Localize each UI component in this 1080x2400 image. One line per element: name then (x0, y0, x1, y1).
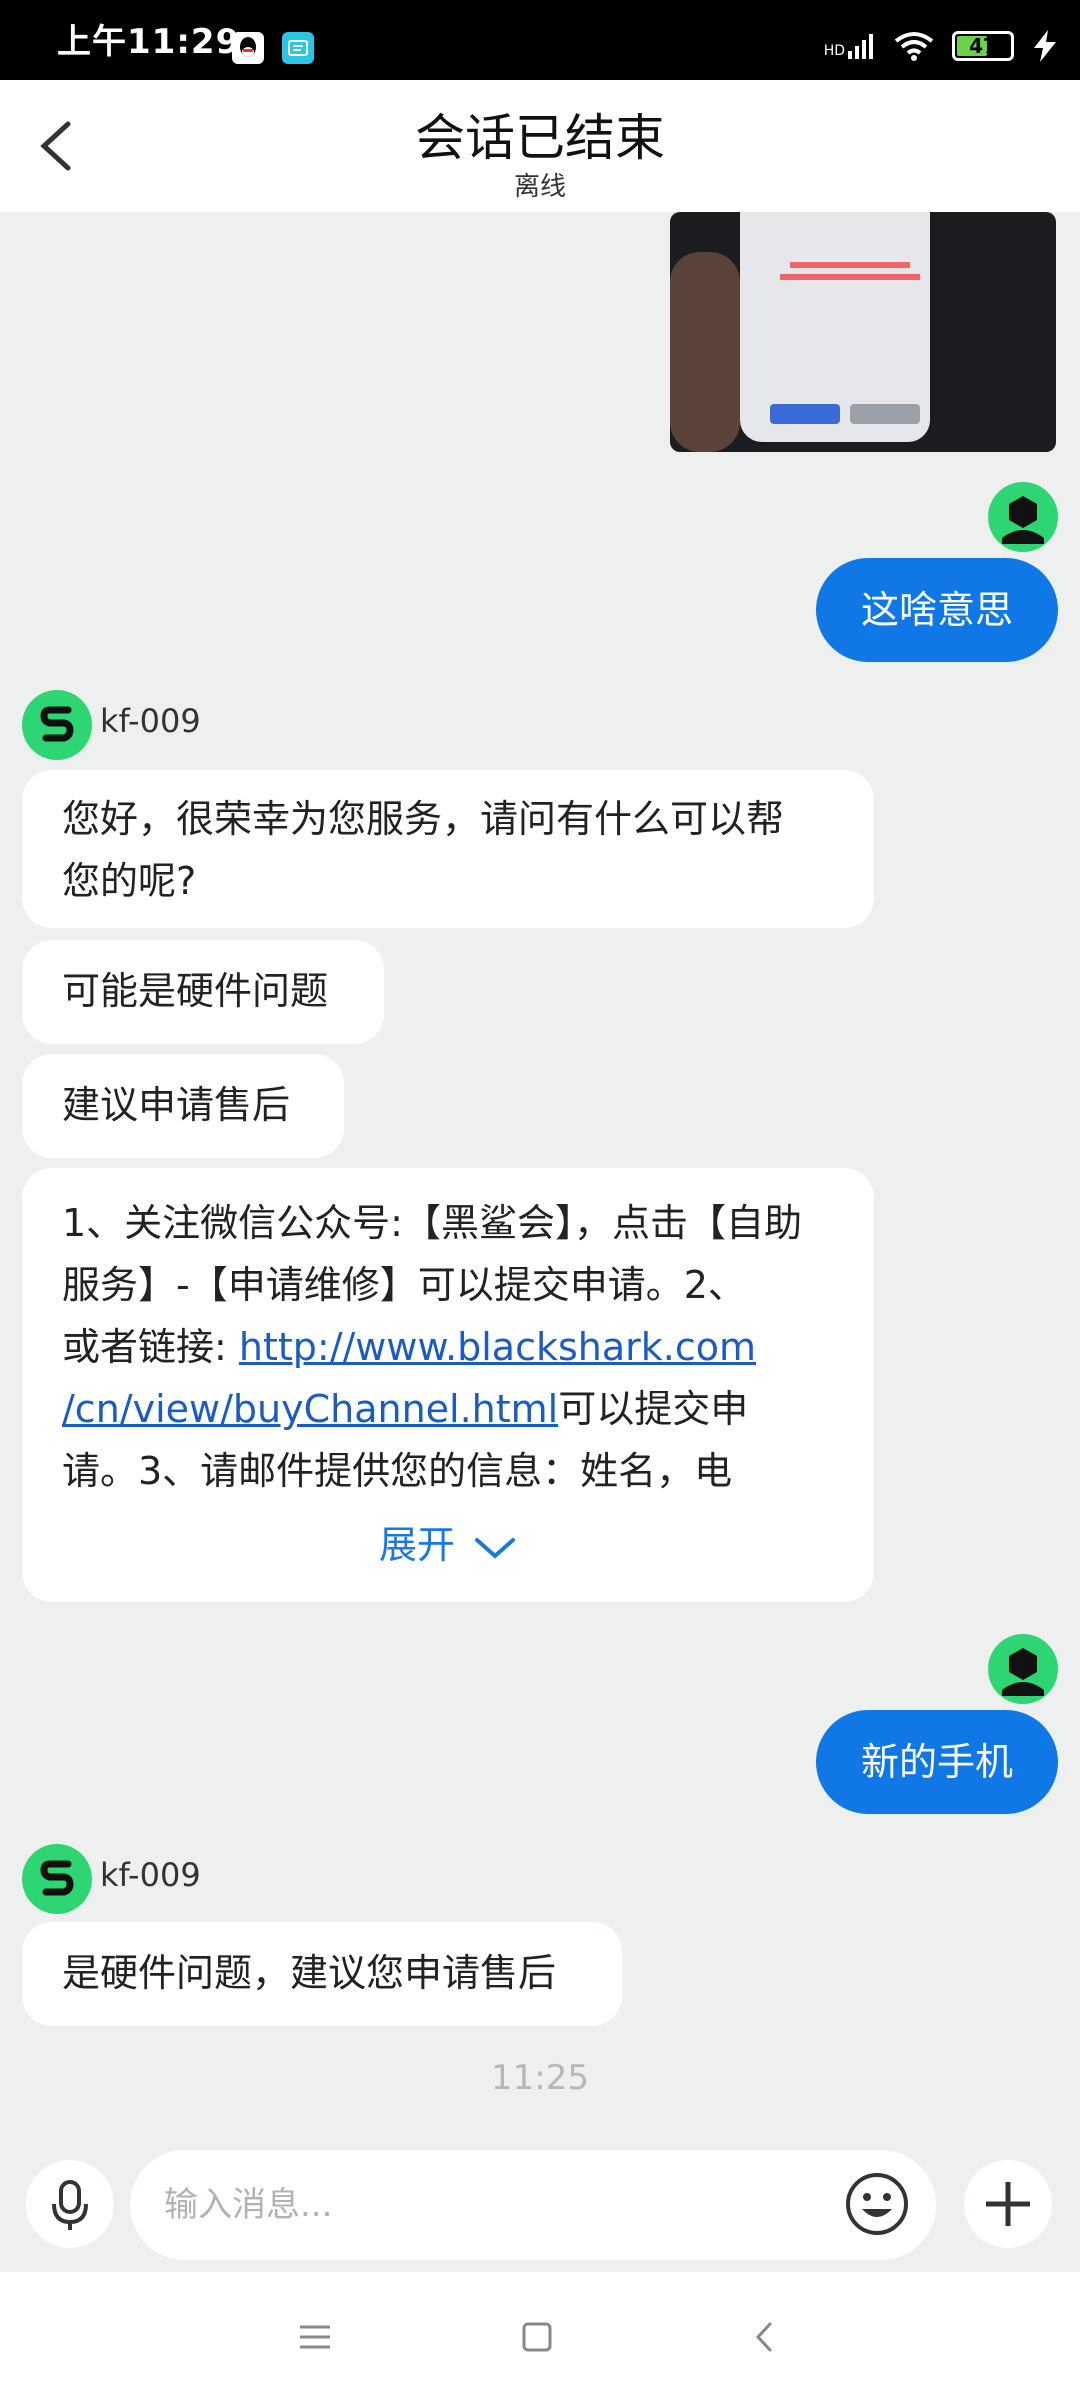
add-attachment-button[interactable] (964, 2160, 1052, 2248)
message-text: /cn/view/buyChannel.html可以提交申 (62, 1387, 749, 1431)
message-text: 请。3、请邮件提供您的信息：姓名，电 (62, 1449, 733, 1493)
chevron-down-icon (475, 1537, 516, 1559)
photo-hand (670, 252, 740, 452)
battery-icon: 47 (952, 31, 1014, 61)
square-icon (522, 2322, 552, 2352)
signal-icon: HD (824, 33, 876, 59)
user-message-bubble[interactable]: 新的手机 (816, 1710, 1058, 1814)
status-time: 上午11:29 (57, 22, 241, 62)
page-title: 会话已结束 (415, 109, 665, 167)
charging-icon (1034, 30, 1056, 62)
wifi-icon (894, 32, 934, 61)
photo-button (770, 404, 840, 424)
message-text: 1、关注微信公众号:【黑鲨会】，点击【自助 (62, 1201, 802, 1245)
agent-name: kf-009 (100, 1856, 201, 1894)
plus-icon (986, 2182, 1030, 2226)
status-bar: 上午11:29 HD 47 (0, 0, 1080, 80)
microphone-icon (52, 2180, 88, 2230)
message-notification-icon (282, 32, 314, 64)
agent-name: kf-009 (100, 702, 201, 740)
photo-warning-text (790, 262, 910, 268)
agent-message-bubble[interactable]: 建议申请售后 (22, 1054, 344, 1158)
user-message-bubble[interactable]: 这啥意思 (816, 558, 1058, 662)
message-text: 您好，很荣幸为您服务，请问有什么可以帮 (62, 797, 785, 841)
message-timestamp: 11:25 (491, 2058, 589, 2098)
agent-avatar[interactable] (22, 1844, 92, 1914)
smiley-icon (846, 2173, 908, 2235)
message-text: 您的呢? (62, 859, 197, 903)
voice-input-button[interactable] (26, 2160, 114, 2248)
agent-message-bubble[interactable]: 1、关注微信公众号:【黑鲨会】，点击【自助 服务】-【申请维修】可以提交申请。2… (22, 1168, 874, 1602)
agent-avatar[interactable] (22, 690, 92, 760)
qq-notification-icon (232, 32, 264, 64)
photo-warning-text (780, 274, 920, 280)
blackshark-link[interactable]: /cn/view/buyChannel.html (62, 1387, 558, 1431)
emoji-button[interactable] (836, 2163, 918, 2245)
network-type-label: HD (823, 43, 845, 59)
expand-label: 展开 (378, 1523, 455, 1567)
menu-nav-button[interactable] (290, 2312, 340, 2362)
message-text: 服务】-【申请维修】可以提交申请。2、 (62, 1263, 746, 1307)
blackshark-logo-icon (40, 706, 74, 742)
message-text: 可能是硬件问题 (62, 969, 329, 1013)
blackshark-logo-icon (40, 1860, 74, 1896)
status-subtitle: 离线 (513, 172, 566, 202)
message-text: 或者链接: http://www.blackshark.com (62, 1325, 757, 1369)
agent-message-bubble[interactable]: 是硬件问题，建议您申请售后 (22, 1922, 622, 2026)
photo-button (850, 404, 920, 424)
agent-message-bubble[interactable]: 您好，很荣幸为您服务，请问有什么可以帮 您的呢? (22, 770, 874, 928)
chat-header: 会话已结束 离线 (0, 80, 1080, 212)
user-avatar[interactable] (988, 1634, 1058, 1704)
system-nav-bar (0, 2272, 1080, 2400)
message-input[interactable] (130, 2150, 936, 2260)
user-avatar[interactable] (988, 482, 1058, 552)
agent-message-bubble[interactable]: 可能是硬件问题 (22, 940, 384, 1044)
status-indicators: HD 47 (824, 26, 1058, 66)
message-text: 是硬件问题，建议您申请售后 (62, 1951, 557, 1995)
message-text: 建议申请售后 (62, 1083, 291, 1127)
home-nav-button[interactable] (512, 2312, 562, 2362)
menu-icon (300, 2325, 330, 2349)
battery-level: 47 (969, 34, 997, 58)
chevron-left-icon (755, 2322, 772, 2352)
blackshark-link[interactable]: http://www.blackshark.com (239, 1325, 756, 1369)
expand-button[interactable]: 展开 (62, 1514, 834, 1576)
image-message[interactable] (670, 212, 1056, 452)
back-nav-button[interactable] (740, 2312, 790, 2362)
